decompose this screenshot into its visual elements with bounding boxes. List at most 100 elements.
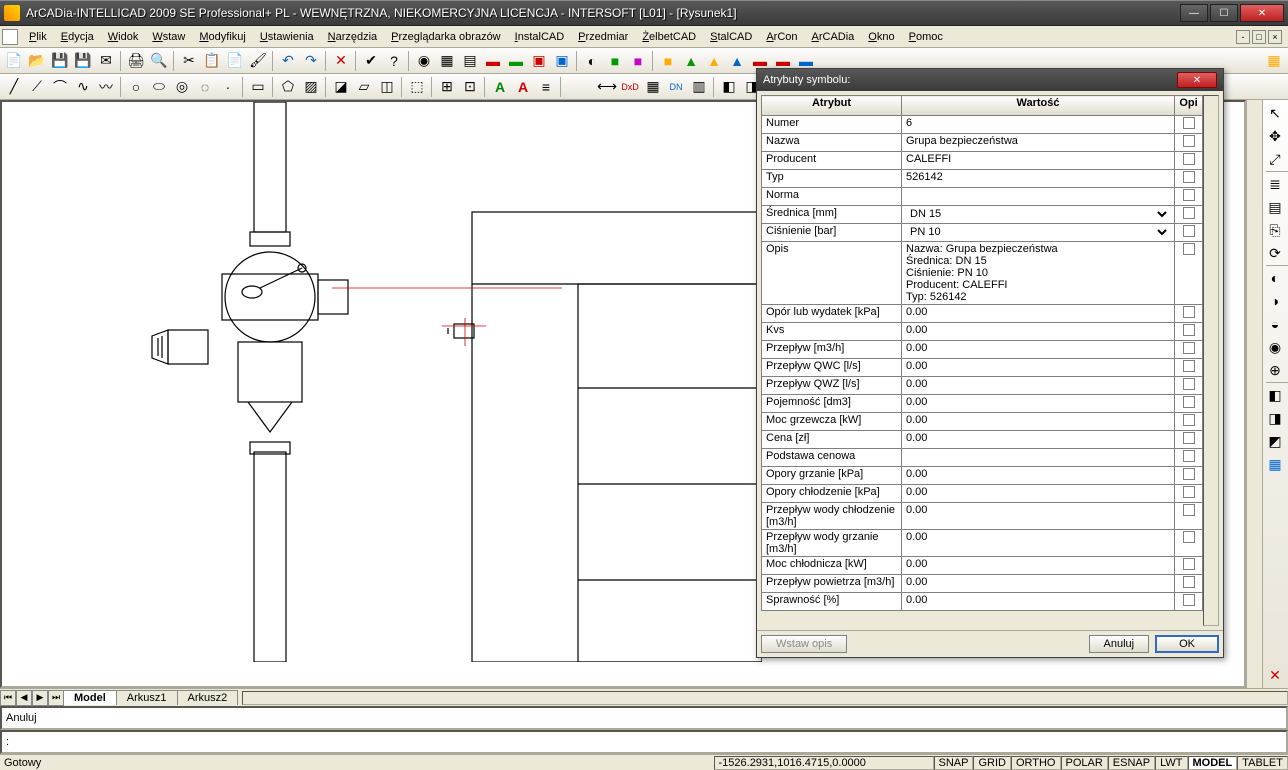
menu-edycja[interactable]: Edycja (54, 29, 101, 45)
command-input[interactable]: : (0, 730, 1288, 754)
menu-przedmiar[interactable]: Przedmiar (571, 29, 635, 45)
tool-10-icon[interactable]: ■ (627, 50, 649, 72)
audit-icon[interactable]: ✔ (360, 50, 382, 72)
ok-button[interactable]: OK (1155, 635, 1219, 653)
rt-layer-icon[interactable]: ≣ (1264, 173, 1286, 195)
attr-value[interactable]: 0.00 (902, 395, 1175, 413)
attr-opis-checkbox[interactable] (1175, 323, 1203, 341)
tool-1-icon[interactable]: ◉ (413, 50, 435, 72)
freehand-icon[interactable]: 〰 (95, 76, 117, 98)
menu-stalcad[interactable]: StalCAD (703, 29, 759, 45)
menu-okno[interactable]: Okno (861, 29, 901, 45)
rt-m3-icon[interactable]: ◩ (1264, 430, 1286, 452)
tool-13-icon[interactable]: ▲ (703, 50, 725, 72)
status-toggle-polar[interactable]: POLAR (1061, 756, 1108, 770)
dialog-titlebar[interactable]: Atrybuty symbolu: ✕ (757, 69, 1223, 91)
attr-value[interactable]: 0.00 (902, 323, 1175, 341)
circle-icon[interactable]: ○ (125, 76, 147, 98)
rt-x4-icon[interactable]: ◉ (1264, 336, 1286, 358)
horizontal-scrollbar[interactable] (242, 691, 1288, 705)
preview-icon[interactable]: 🔍 (148, 50, 170, 72)
attr-value[interactable]: CALEFFI (902, 152, 1175, 170)
pline-icon[interactable]: ⟋ (26, 76, 48, 98)
dialog-scrollbar[interactable] (1203, 95, 1219, 626)
rect-icon[interactable]: ▭ (247, 76, 269, 98)
attr-opis-checkbox[interactable] (1175, 485, 1203, 503)
status-toggle-ortho[interactable]: ORTHO (1011, 756, 1061, 770)
attr-opis-checkbox[interactable] (1175, 503, 1203, 530)
rt-m1-icon[interactable]: ◧ (1264, 384, 1286, 406)
cut-icon[interactable]: ✂ (178, 50, 200, 72)
status-toggle-esnap[interactable]: ESNAP (1108, 756, 1155, 770)
attr-opis-checkbox[interactable] (1175, 449, 1203, 467)
tool-4-icon[interactable]: ▬ (482, 50, 504, 72)
rt-copy-icon[interactable]: ⎘ (1264, 219, 1286, 241)
menu-narzędzia[interactable]: Narzędzia (321, 29, 385, 45)
attr-value[interactable]: 0.00 (902, 503, 1175, 530)
menu-plik[interactable]: Plik (22, 29, 54, 45)
tool-2-icon[interactable]: ▦ (436, 50, 458, 72)
vertical-scrollbar[interactable] (1246, 100, 1262, 688)
open-icon[interactable]: 📂 (26, 50, 48, 72)
rt-x5-icon[interactable]: ⊕ (1264, 359, 1286, 381)
menu-wstaw[interactable]: Wstaw (145, 29, 192, 45)
rt-prop-icon[interactable]: ▤ (1264, 196, 1286, 218)
delete-icon[interactable]: ✕ (330, 50, 352, 72)
dialog-close-button[interactable]: ✕ (1177, 72, 1217, 88)
donut-icon[interactable]: ◎ (171, 76, 193, 98)
wipeout-icon[interactable]: ◫ (376, 76, 398, 98)
mail-icon[interactable]: ✉ (95, 50, 117, 72)
tab-first-icon[interactable]: ⏮ (0, 690, 16, 706)
ring-icon[interactable]: ◌ (194, 76, 216, 98)
anno-1-icon[interactable]: ◧ (718, 76, 740, 98)
attr-value[interactable]: 0.00 (902, 413, 1175, 431)
attr-opis-checkbox[interactable] (1175, 152, 1203, 170)
mtext-icon[interactable]: ≡ (535, 76, 557, 98)
attr-value[interactable]: Grupa bezpieczeństwa (902, 134, 1175, 152)
ellipse-icon[interactable]: ⬭ (148, 76, 170, 98)
attr-opis-checkbox[interactable] (1175, 413, 1203, 431)
attr-opis-checkbox[interactable] (1175, 395, 1203, 413)
print-icon[interactable]: 🖨 (125, 50, 147, 72)
attr-value[interactable]: 0.00 (902, 575, 1175, 593)
spline-icon[interactable]: ∿ (72, 76, 94, 98)
tool-14-icon[interactable]: ▲ (726, 50, 748, 72)
xref-icon[interactable]: ⊡ (459, 76, 481, 98)
mdi-restore-icon[interactable]: □ (1252, 30, 1266, 44)
rt-zoomfit-icon[interactable]: ⤢ (1264, 148, 1286, 170)
maximize-button[interactable]: ☐ (1210, 4, 1238, 22)
dim-5-icon[interactable]: ▥ (688, 76, 710, 98)
attr-value[interactable]: 0.00 (902, 557, 1175, 575)
status-toggle-tablet[interactable]: TABLET (1237, 756, 1288, 770)
new-icon[interactable]: 📄 (3, 50, 25, 72)
attr-value[interactable] (902, 449, 1175, 467)
region-icon[interactable]: ◪ (330, 76, 352, 98)
tool-11-icon[interactable]: ■ (657, 50, 679, 72)
attr-value[interactable]: 0.00 (902, 485, 1175, 503)
attr-opis-checkbox[interactable] (1175, 242, 1203, 305)
attr-value[interactable]: 0.00 (902, 341, 1175, 359)
redo-icon[interactable]: ↷ (300, 50, 322, 72)
tool-9-icon[interactable]: ■ (604, 50, 626, 72)
text-a2-icon[interactable]: A (512, 76, 534, 98)
attr-opis-checkbox[interactable] (1175, 467, 1203, 485)
attr-opis-checkbox[interactable] (1175, 359, 1203, 377)
close-button[interactable]: ✕ (1240, 4, 1284, 22)
tab-arkusz2[interactable]: Arkusz2 (177, 690, 239, 705)
attr-value[interactable]: 0.00 (902, 377, 1175, 395)
tab-next-icon[interactable]: ▶ (32, 690, 48, 706)
rt-grid-icon[interactable]: ▦ (1264, 453, 1286, 475)
hatch-icon[interactable]: ▨ (300, 76, 322, 98)
palette-icon[interactable]: ▦ (1263, 50, 1285, 72)
menu-instalcad[interactable]: InstalCAD (508, 29, 572, 45)
rt-x2-icon[interactable]: ◑ (1264, 290, 1286, 312)
help-icon[interactable]: ? (383, 50, 405, 72)
mdi-minimize-icon[interactable]: - (1236, 30, 1250, 44)
attr-value[interactable]: 526142 (902, 170, 1175, 188)
status-toggle-grid[interactable]: GRID (973, 756, 1011, 770)
attr-value[interactable]: 6 (902, 116, 1175, 134)
dim-4-icon[interactable]: DN (665, 76, 687, 98)
attr-opis-checkbox[interactable] (1175, 341, 1203, 359)
point-icon[interactable]: ∙ (217, 76, 239, 98)
attr-opis-checkbox[interactable] (1175, 188, 1203, 206)
